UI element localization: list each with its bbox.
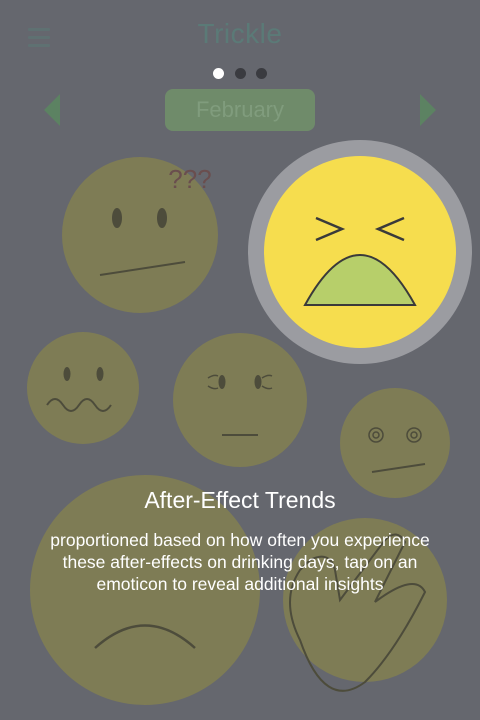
emoticon-dizzy[interactable] [340,388,450,498]
overlay-title: After-Effect Trends [144,487,336,513]
emoticon-nauseous[interactable] [248,140,472,364]
emoticon-tired[interactable] [173,333,307,467]
emoticon-canvas: ??? [27,140,472,705]
emoticon-queasy[interactable] [27,332,139,444]
confused-label: ??? [168,164,211,194]
overlay-description: proportioned based on how often you expe… [50,530,430,594]
